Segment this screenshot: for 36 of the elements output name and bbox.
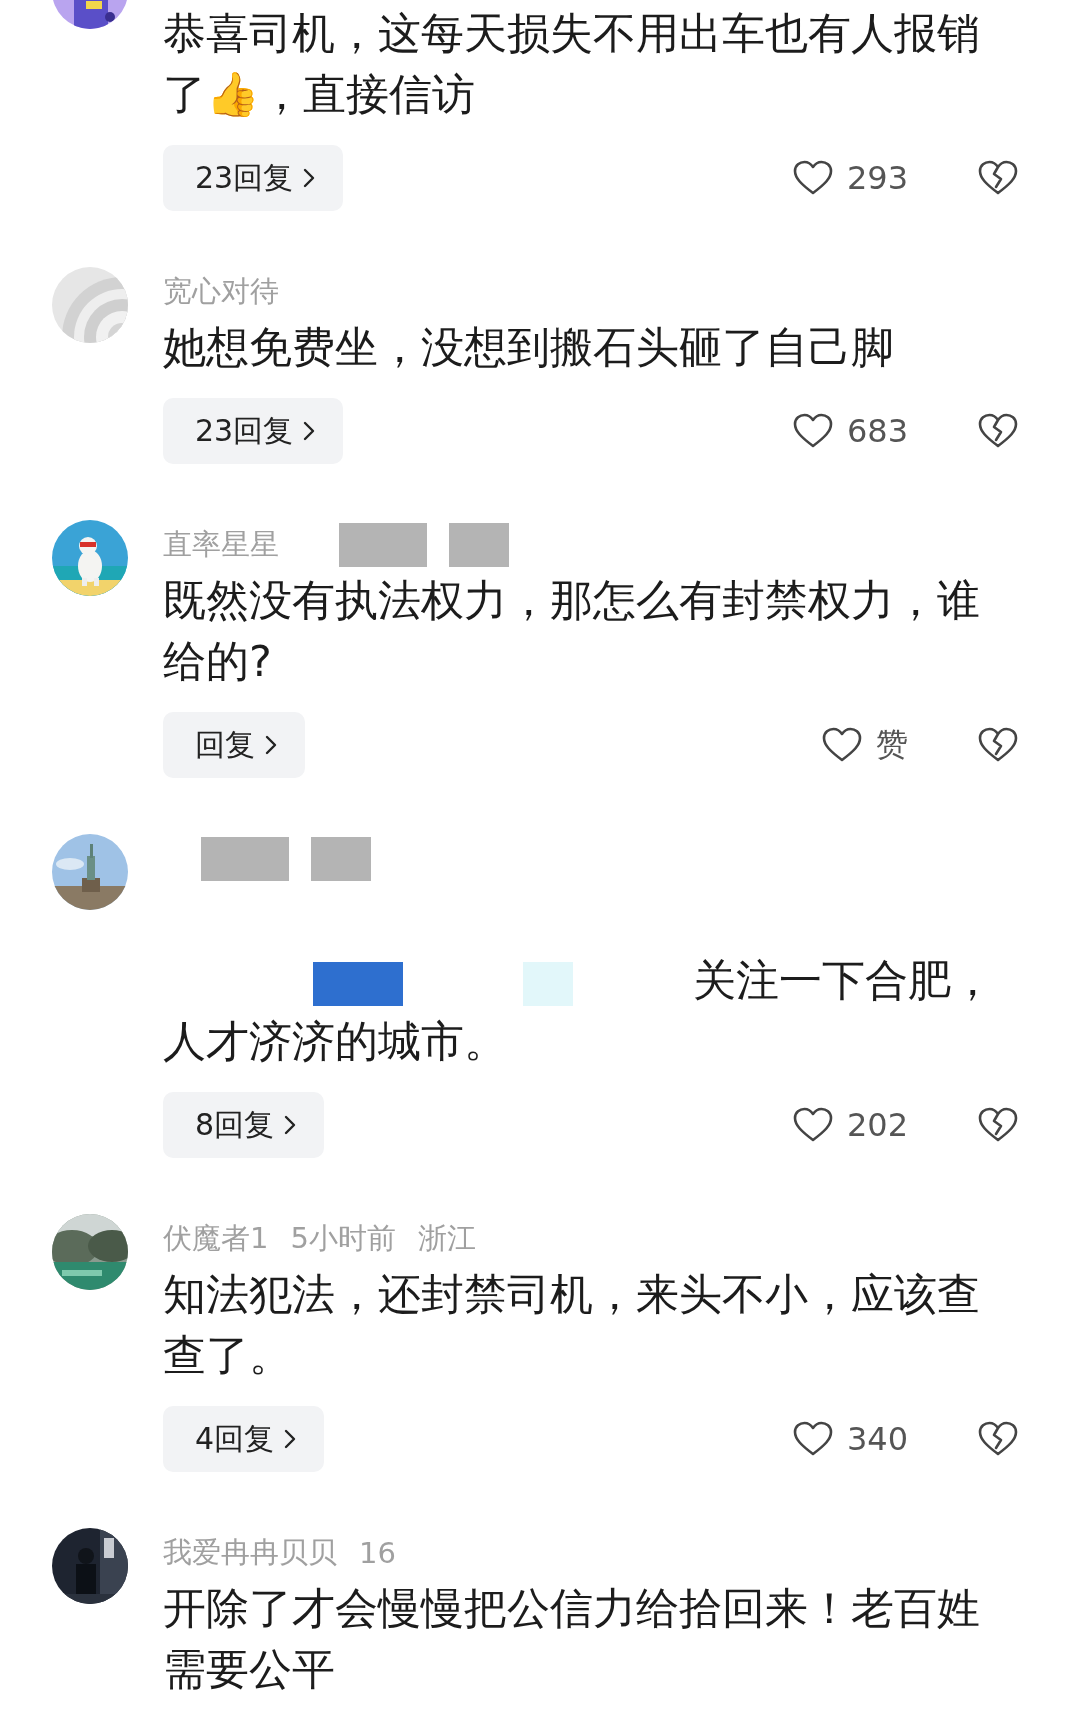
chevron-right-icon [303,421,316,441]
comment-text: 她想免费坐，没想到搬石头砸了自己脚 [163,321,895,374]
comment-time: 5小时前 [290,1220,396,1257]
comment-text: 知法犯法，还封禁司机，来头不小，应该查查了。 [163,1268,981,1382]
heart-icon [792,1107,833,1143]
comment-text: 关注一下合肥，人才济济的城市。 [163,954,995,1068]
replies-button[interactable]: 8回复 [163,1092,325,1158]
redaction-block [449,523,509,567]
comment-text: 开除了才会慢慢把公信力给拾回来！老百姓需要公平 [163,1582,981,1696]
chevron-right-icon [284,1115,297,1135]
broken-heart-icon[interactable] [978,1421,1018,1457]
like-button[interactable]: 赞 [822,723,908,767]
comment-location: 浙江 [417,1220,476,1257]
chevron-right-icon [303,168,316,188]
like-button[interactable]: 202 [792,1106,908,1144]
replies-button[interactable]: 回复 [163,712,305,778]
comment-text: 恭喜司机，这每天损失不用出车也有人报销了👍，直接信访 [163,7,981,121]
replies-button[interactable]: 23回复 [163,398,344,464]
broken-heart-icon[interactable] [978,160,1018,196]
chevron-right-icon [265,735,277,755]
broken-heart-icon[interactable] [978,1107,1018,1143]
like-button[interactable]: 683 [792,412,908,450]
chevron-right-icon [284,1429,297,1449]
heart-icon [822,727,862,763]
like-button[interactable]: 340 [792,1420,908,1458]
redaction-block [311,837,371,881]
like-button[interactable]: 293 [792,159,908,197]
replies-button[interactable]: 23回复 [163,145,344,211]
heart-icon [792,413,833,449]
comment-time: 16 [359,1536,396,1570]
broken-heart-icon[interactable] [978,727,1018,763]
heart-icon [792,1421,833,1457]
comment-text: 既然没有执法权力，那怎么有封禁权力，谁给的? [163,574,981,688]
broken-heart-icon[interactable] [978,413,1018,449]
heart-icon [792,160,833,196]
replies-button[interactable]: 4回复 [163,1406,325,1472]
